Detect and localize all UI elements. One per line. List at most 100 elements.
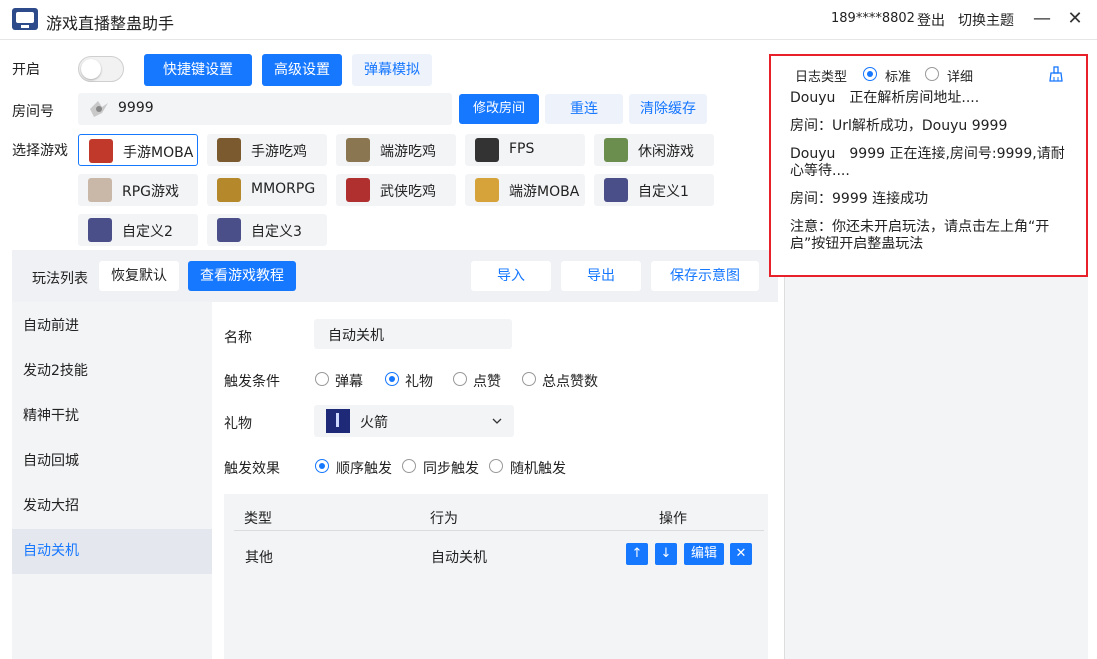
modify-room-button[interactable]: 修改房间 [459,94,539,124]
game-name: FPS [509,141,535,157]
game-name: MMORPG [251,181,316,197]
restore-default-button[interactable]: 恢复默认 [99,261,179,291]
trigger-radio-danmaku[interactable] [315,372,329,386]
select-game-label: 选择游戏 [12,143,68,159]
game-icon [475,178,499,202]
log-radio-standard[interactable] [863,67,877,81]
shortcut-settings-button[interactable]: 快捷键设置 [144,54,252,86]
game-icon [89,139,113,163]
effect-option-label: 顺序触发 [336,461,392,477]
game-name: 自定义1 [638,184,689,200]
log-line: 注意：你还未开启玩法，请点击左上角“开启”按钮开启整蛊玩法 [790,219,1050,252]
game-name: 休闲游戏 [638,144,694,160]
close-icon[interactable]: ✕ [1062,6,1088,32]
reconnect-button[interactable]: 重连 [545,94,623,124]
trigger-radio-like[interactable] [453,372,467,386]
game-icon [88,218,112,242]
nav-item[interactable]: 发动大招 [12,484,212,529]
effect-radio-sync[interactable] [402,459,416,473]
enable-toggle[interactable] [78,56,124,82]
trigger-option-label: 弹幕 [335,374,363,390]
game-icon [217,138,241,162]
chevron-down-icon [492,418,502,424]
logout-link[interactable]: 登出 [917,10,945,30]
gift-select[interactable]: 火箭 [314,405,514,437]
log-type-label: 日志类型 [795,70,848,85]
trigger-option-label: 点赞 [473,374,501,390]
log-line: 房间：9999 连接成功 [790,191,929,207]
table-cell-action: 自动关机 [431,550,487,566]
game-tile[interactable]: 手游MOBA [78,134,198,166]
nav-item[interactable]: 精神干扰 [12,394,212,439]
app-title: 游戏直播整蛊助手 [46,14,175,33]
nav-item[interactable]: 自动关机 [12,529,212,574]
game-tile[interactable]: 自定义3 [207,214,327,246]
name-value: 自动关机 [328,328,384,344]
nav-item[interactable]: 发动2技能 [12,349,212,394]
trigger-radio-gift[interactable] [385,372,399,386]
move-down-button[interactable]: ↓ [655,543,677,565]
clear-log-icon[interactable] [1049,66,1063,82]
room-field[interactable]: 9999 [78,93,452,125]
game-name: RPG游戏 [122,184,180,200]
game-tile[interactable]: MMORPG [207,174,327,206]
export-button[interactable]: 导出 [561,261,641,291]
advanced-settings-button[interactable]: 高级设置 [262,54,342,86]
effect-radio-random[interactable] [489,459,503,473]
play-list-label: 玩法列表 [32,271,88,287]
clear-cache-button[interactable]: 清除缓存 [629,94,707,124]
game-tile[interactable]: 端游吃鸡 [336,134,456,166]
table-divider [234,530,764,531]
gift-label: 礼物 [224,416,252,432]
game-name: 手游MOBA [123,145,194,161]
log-line: Douyu 正在解析房间地址.... [790,90,980,106]
minimize-icon[interactable]: — [1029,6,1055,32]
game-name: 端游吃鸡 [380,144,436,160]
room-label: 房间号 [12,104,54,120]
switch-theme-link[interactable]: 切换主题 [958,10,1014,30]
game-tile[interactable]: 端游MOBA [465,174,585,206]
log-line: Douyu 9999 正在连接,房间号:9999,请耐心等待.... [790,146,1065,179]
log-line: 房间：Url解析成功，Douyu 9999 [790,118,1008,134]
game-icon [346,178,370,202]
game-tile[interactable]: RPG游戏 [78,174,198,206]
delete-button[interactable]: ✕ [730,543,752,565]
effect-option-label: 随机触发 [510,461,566,477]
trigger-radio-total-likes[interactable] [522,372,536,386]
edit-button[interactable]: 编辑 [684,543,724,565]
game-tile[interactable]: 手游吃鸡 [207,134,327,166]
game-tile[interactable]: 自定义2 [78,214,198,246]
effect-option-label: 同步触发 [423,461,479,477]
name-input[interactable]: 自动关机 [314,319,512,349]
game-name: 手游吃鸡 [251,144,307,160]
game-tile[interactable]: FPS [465,134,585,166]
log-radio-detail[interactable] [925,67,939,81]
game-icon [217,178,241,202]
game-tile[interactable]: 自定义1 [594,174,714,206]
log-option-detail: 详细 [947,70,974,85]
game-icon [217,218,241,242]
view-tutorial-button[interactable]: 查看游戏教程 [188,261,296,291]
game-icon [346,138,370,162]
table-header-action: 行为 [430,511,458,527]
game-tile[interactable]: 休闲游戏 [594,134,714,166]
user-phone: 189****8802 [831,11,915,26]
effect-label: 触发效果 [224,461,280,477]
game-name: 自定义3 [251,224,302,240]
import-button[interactable]: 导入 [471,261,551,291]
nav-item[interactable]: 自动回城 [12,439,212,484]
game-tile[interactable]: 武侠吃鸡 [336,174,456,206]
gift-value: 火箭 [360,415,388,431]
game-name: 自定义2 [122,224,173,240]
table-header-ops: 操作 [659,511,687,527]
title-bar: 游戏直播整蛊助手 189****8802 登出 切换主题 — ✕ [0,0,1097,40]
nav-item[interactable]: 自动前进 [12,304,212,349]
move-up-button[interactable]: ↑ [626,543,648,565]
effect-radio-sequential[interactable] [315,459,329,473]
game-icon [475,138,499,162]
game-name: 武侠吃鸡 [380,184,436,200]
name-label: 名称 [224,330,252,346]
game-name: 端游MOBA [509,184,580,200]
danmaku-simulate-button[interactable]: 弹幕模拟 [352,54,432,86]
save-diagram-button[interactable]: 保存示意图 [651,261,759,291]
